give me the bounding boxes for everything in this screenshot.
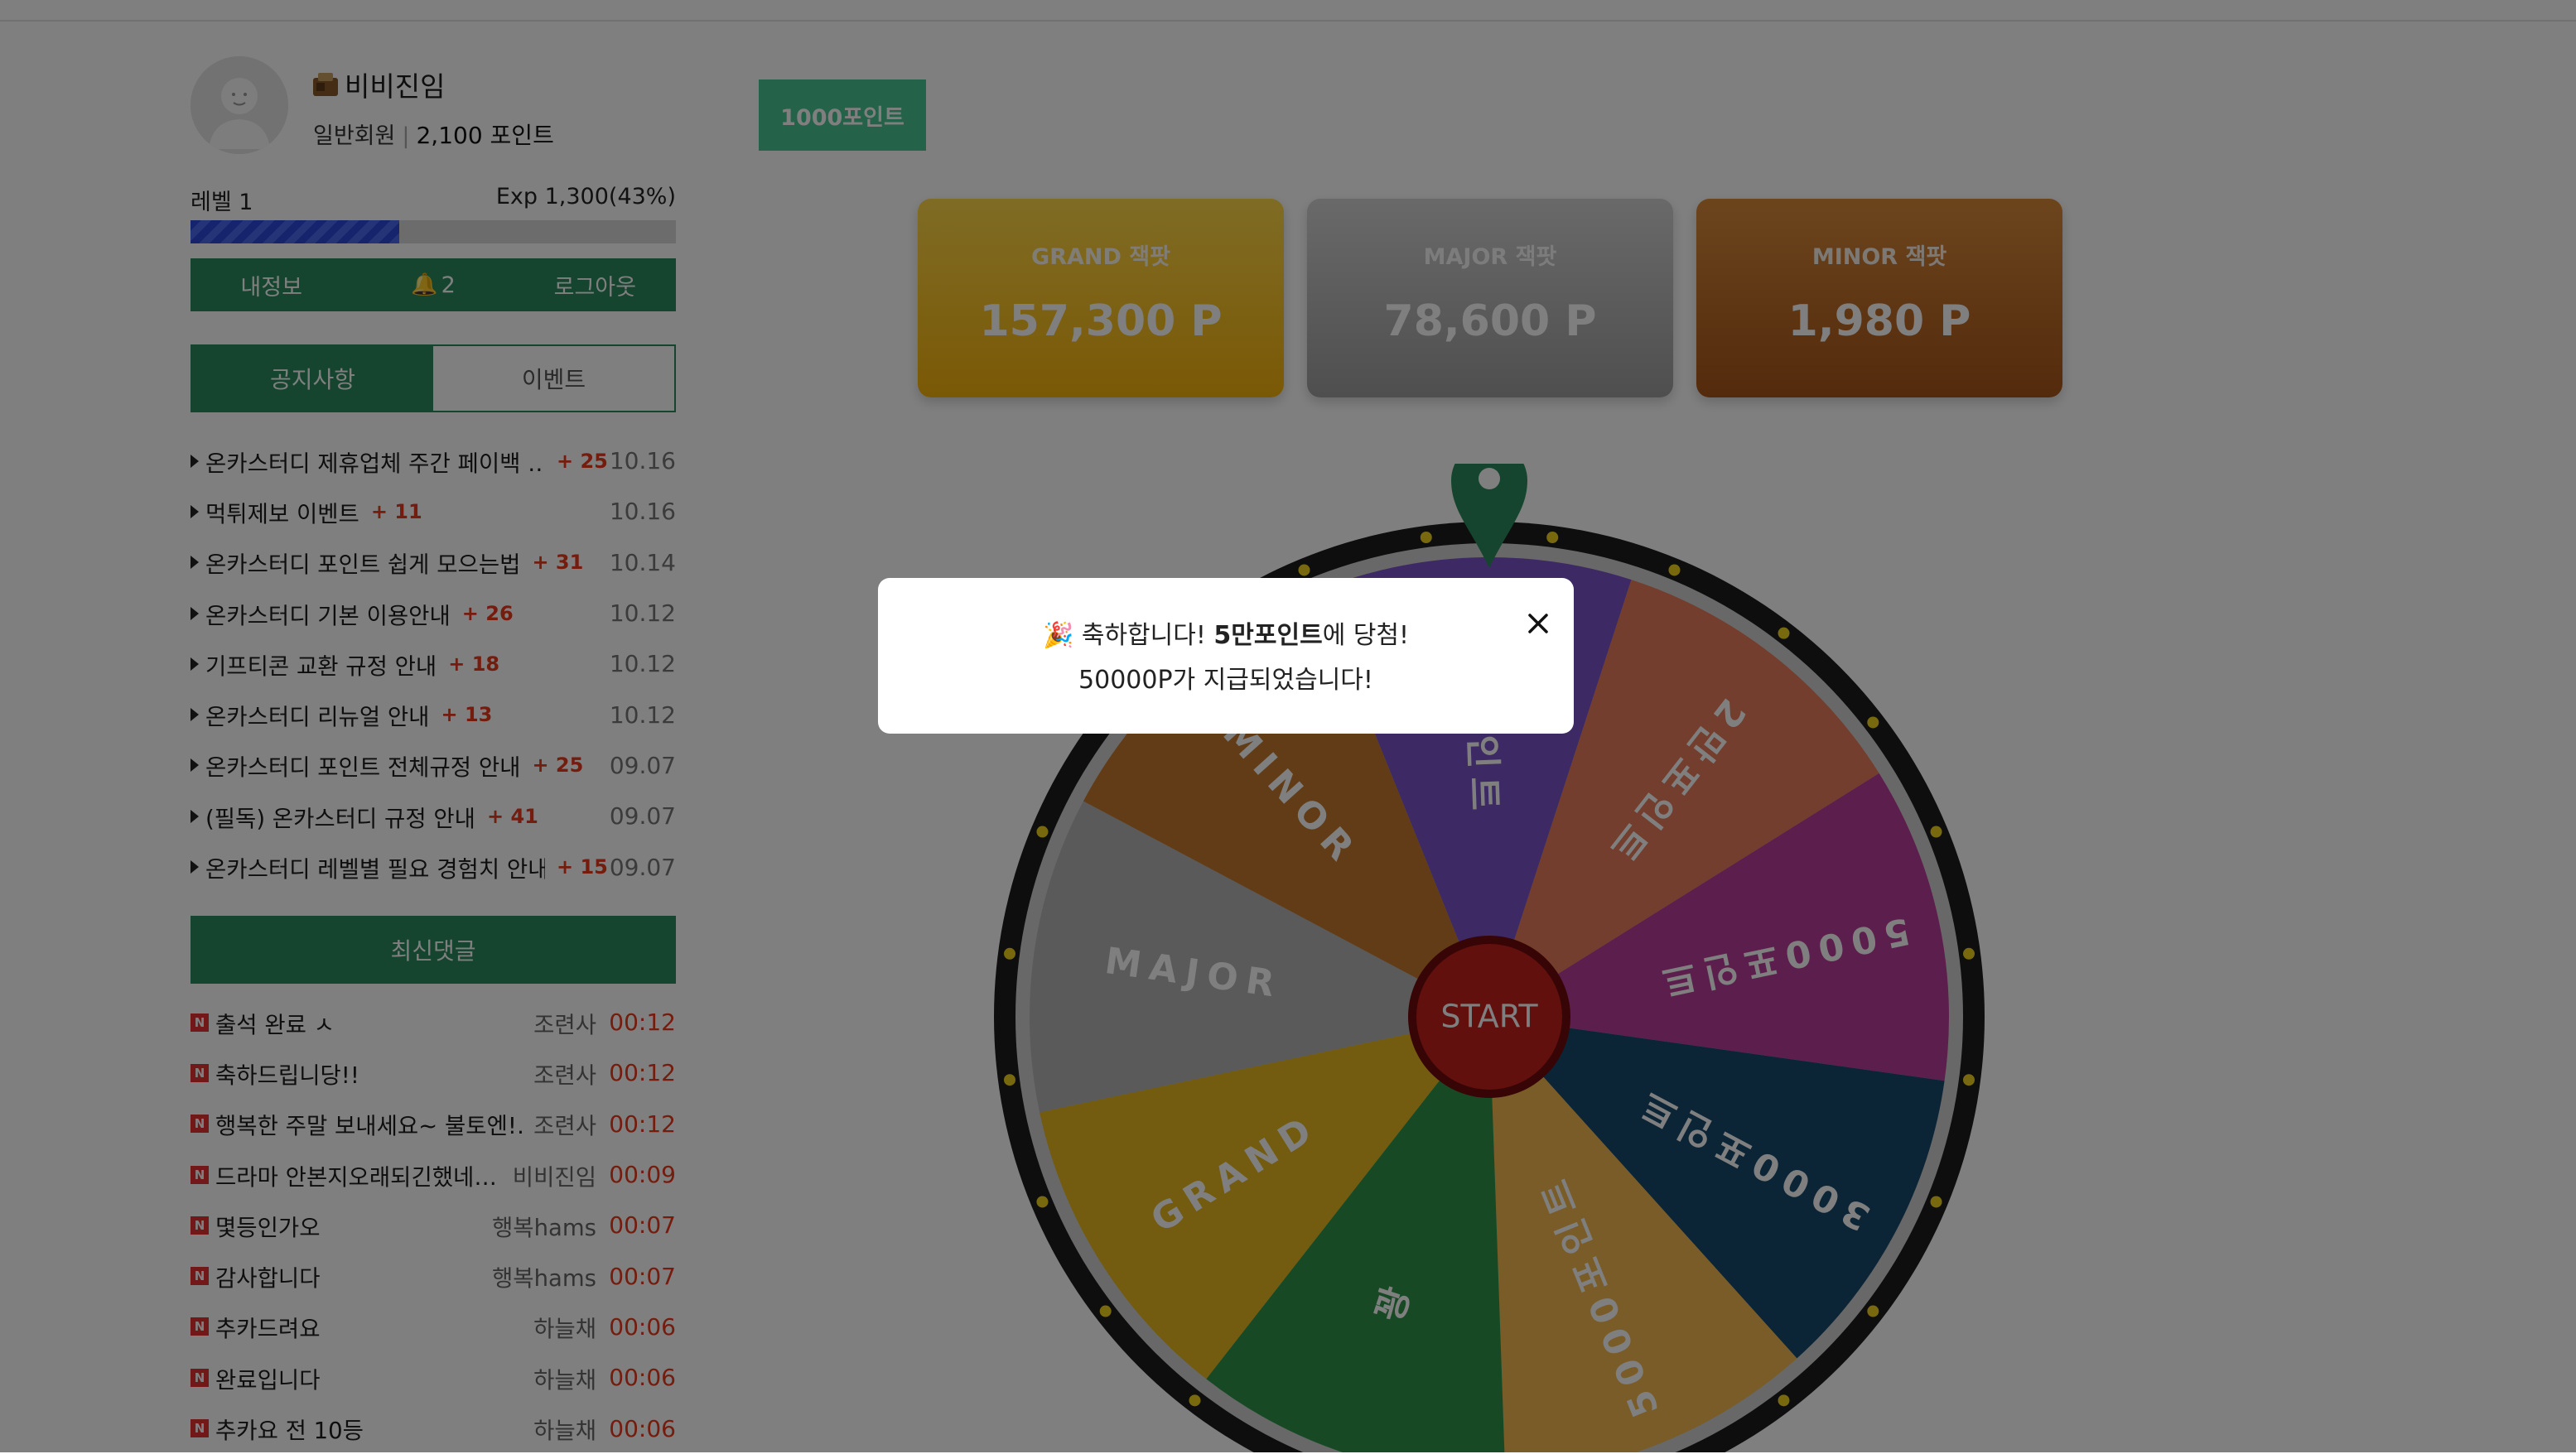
modal-sub-message: 50000P가 지급되었습니다! xyxy=(1078,666,1373,695)
close-icon[interactable] xyxy=(1524,609,1552,638)
modal-congrats: 축하합니다! xyxy=(1081,621,1214,650)
modal-message: 🎉 축하합니다! 5만포인트에 당첨! xyxy=(878,614,1574,651)
result-modal: 🎉 축하합니다! 5만포인트에 당첨! 50000P가 지급되었습니다! xyxy=(878,578,1574,734)
modal-prize: 5만포인트 xyxy=(1213,621,1323,650)
party-icon: 🎉 xyxy=(1042,621,1074,650)
modal-suffix: 에 당첨! xyxy=(1322,621,1410,650)
